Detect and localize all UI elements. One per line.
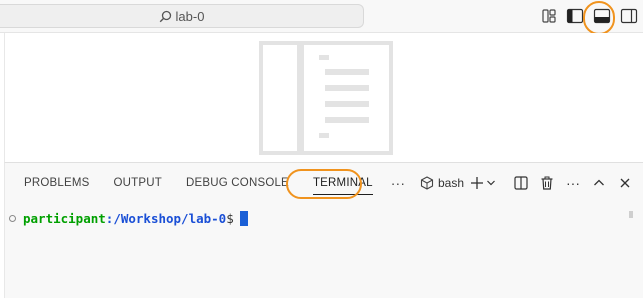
more-actions-button[interactable]: ··· bbox=[563, 172, 583, 194]
terminal-prompt-line: participant:/Workshop/lab-0 $ bbox=[9, 211, 248, 226]
close-panel-button[interactable] bbox=[615, 172, 635, 194]
kill-terminal-button[interactable] bbox=[537, 172, 557, 194]
search-label: lab-0 bbox=[175, 8, 205, 24]
command-center-search[interactable]: lab-0 bbox=[0, 4, 364, 28]
panel-actions: bash ··· bbox=[417, 163, 643, 203]
bottom-panel: PROBLEMS OUTPUT DEBUG CONSOLE TERMINAL ·… bbox=[4, 162, 643, 298]
prompt-user: participant bbox=[23, 211, 106, 226]
shell-name: bash bbox=[437, 176, 464, 190]
editor-watermark-logo bbox=[259, 41, 393, 155]
tab-terminal[interactable]: TERMINAL bbox=[301, 163, 385, 203]
terminal-shell-selector[interactable]: bash bbox=[420, 172, 464, 194]
maximize-panel-button[interactable] bbox=[589, 172, 609, 194]
split-terminal-button[interactable] bbox=[511, 172, 531, 194]
chevron-up-icon bbox=[594, 179, 604, 186]
prompt-path: :/Workshop/lab-0 bbox=[105, 211, 227, 226]
new-terminal-button[interactable] bbox=[470, 172, 496, 194]
title-bar: lab-0 bbox=[0, 0, 643, 35]
close-icon bbox=[620, 178, 630, 188]
editor-area bbox=[4, 33, 643, 162]
terminal-view[interactable]: participant:/Workshop/lab-0 $ bbox=[5, 207, 630, 298]
toggle-secondary-sidebar-icon[interactable] bbox=[619, 6, 639, 26]
customize-layout-icon[interactable] bbox=[539, 6, 559, 26]
terminal-cursor bbox=[239, 211, 248, 226]
tab-debug-console[interactable]: DEBUG CONSOLE bbox=[174, 163, 301, 203]
search-icon bbox=[159, 10, 172, 23]
plus-icon bbox=[471, 177, 483, 189]
layout-controls bbox=[539, 6, 559, 26]
terminal-shell-icon bbox=[420, 176, 434, 190]
tab-output[interactable]: OUTPUT bbox=[102, 163, 174, 203]
command-decoration-icon bbox=[9, 215, 16, 222]
toggle-primary-sidebar-icon[interactable] bbox=[565, 6, 585, 26]
split-icon bbox=[514, 176, 528, 190]
tab-problems[interactable]: PROBLEMS bbox=[5, 163, 102, 203]
toggle-panel-icon[interactable] bbox=[592, 6, 612, 26]
trash-icon bbox=[541, 176, 553, 190]
terminal-scrollbar[interactable] bbox=[629, 211, 633, 218]
prompt-symbol: $ bbox=[226, 211, 234, 226]
more-tabs-button[interactable]: ··· bbox=[385, 163, 412, 203]
panel-tabs: PROBLEMS OUTPUT DEBUG CONSOLE TERMINAL ·… bbox=[5, 163, 411, 203]
chevron-down-icon bbox=[487, 180, 495, 186]
